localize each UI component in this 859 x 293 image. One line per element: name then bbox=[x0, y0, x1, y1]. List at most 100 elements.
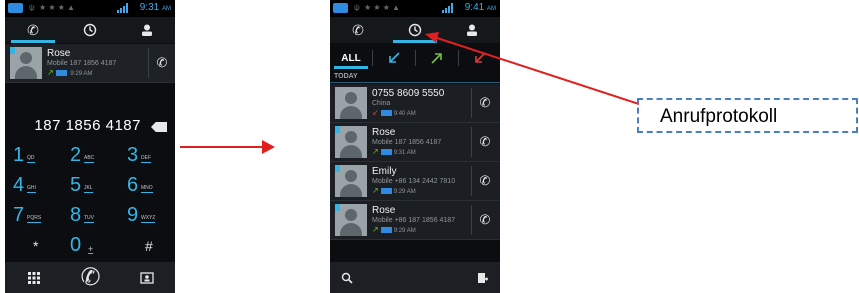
call-button[interactable]: ✆ bbox=[471, 205, 498, 235]
key-digit: 2 bbox=[70, 144, 82, 166]
key-9[interactable]: 9 WXYZ bbox=[119, 202, 175, 230]
sim-badge-icon bbox=[55, 70, 67, 77]
list-item[interactable]: Emily Mobile +86 134 2442 7810 ↗ 9:29 AM … bbox=[330, 162, 500, 201]
entry-detail: China bbox=[372, 100, 391, 107]
call-time: 9:40 AM bbox=[393, 111, 416, 117]
key-letters: + bbox=[88, 244, 94, 254]
usb-icon: ψ bbox=[354, 3, 360, 12]
dialpad-icon bbox=[27, 271, 40, 284]
key-2[interactable]: 2 ABC bbox=[62, 142, 118, 170]
missed-arrow-icon: ↙ bbox=[372, 108, 379, 117]
key-4[interactable]: 4 GHI bbox=[5, 172, 61, 200]
dialed-number: 187 1856 4187 bbox=[34, 117, 141, 134]
key-digit: 3 bbox=[127, 144, 139, 166]
key-hash[interactable]: # bbox=[119, 232, 175, 260]
entry-detail: Mobile 187 1856 4187 bbox=[372, 139, 442, 146]
contact-name: Rose bbox=[47, 48, 71, 59]
call-meta: ↗ 9:29 AM bbox=[372, 226, 416, 235]
tab-call-log[interactable] bbox=[62, 17, 118, 43]
dialpad-button[interactable] bbox=[5, 262, 62, 293]
status-time-value: 9:31 bbox=[139, 2, 160, 13]
dialer-screen: ψ ★ ★ ★ ▲ 9:31 AM ✆ Rose Mobile 187 1856… bbox=[5, 0, 175, 293]
annotation-label-box: Anrufprotokoll bbox=[637, 98, 858, 133]
call-time: 9:29 AM bbox=[393, 228, 416, 234]
recent-contact-card[interactable]: Rose Mobile 187 1856 4187 ↗ 9:29 AM ✆ bbox=[5, 44, 175, 83]
backspace-icon[interactable] bbox=[151, 122, 167, 132]
avatar bbox=[10, 47, 42, 79]
filter-incoming[interactable] bbox=[373, 47, 415, 69]
status-time: 9:41 AM bbox=[465, 2, 496, 15]
key-digit: 8 bbox=[70, 204, 82, 226]
key-3[interactable]: 3 DEF bbox=[119, 142, 175, 170]
call-time: 9:29 AM bbox=[70, 71, 93, 77]
dialer-bottom-bar: ✆ bbox=[5, 262, 175, 293]
sim-icon bbox=[10, 47, 15, 54]
call-time: 9:29 AM bbox=[393, 189, 416, 195]
avatar bbox=[335, 204, 367, 236]
key-letters: GHI bbox=[27, 185, 36, 193]
key-letters: WXYZ bbox=[141, 215, 156, 223]
status-time-value: 9:41 bbox=[464, 2, 485, 13]
list-item[interactable]: Rose Mobile 187 1856 4187 ↗ 9:31 AM ✆ bbox=[330, 123, 500, 162]
filter-all[interactable]: ALL bbox=[330, 47, 372, 69]
tab-contacts[interactable] bbox=[119, 17, 175, 43]
key-7[interactable]: 7 PQRS bbox=[5, 202, 61, 230]
call-button[interactable]: ✆ bbox=[471, 127, 498, 157]
entry-name: Emily bbox=[372, 166, 397, 177]
tab-phone[interactable]: ✆ bbox=[330, 17, 386, 43]
log-bottom-bar bbox=[330, 262, 500, 293]
key-digit: 9 bbox=[127, 204, 139, 226]
dialer-tab-bar: ✆ bbox=[5, 17, 175, 43]
key-digit: 0 bbox=[70, 234, 82, 256]
usb-icon: ψ bbox=[29, 3, 35, 12]
call-meta: ↗ 9:29 AM bbox=[372, 187, 416, 196]
key-letters: QD bbox=[27, 155, 35, 163]
key-8[interactable]: 8 TUV bbox=[62, 202, 118, 230]
entry-name: Rose bbox=[372, 127, 396, 138]
contact-number: Mobile 187 1856 4187 bbox=[47, 60, 117, 67]
key-6[interactable]: 6 MNO bbox=[119, 172, 175, 200]
search-button[interactable] bbox=[330, 262, 364, 293]
call-meta: ↗ 9:31 AM bbox=[372, 147, 416, 157]
call-button[interactable]: ✆ bbox=[471, 166, 498, 196]
filter-all-label: ALL bbox=[341, 52, 361, 64]
list-item[interactable]: Rose Mobile +86 187 1856 4187 ↗ 9:29 AM ✆ bbox=[330, 201, 500, 240]
annotation-arrow-icon bbox=[425, 32, 640, 105]
call-button[interactable]: ✆ bbox=[148, 48, 175, 78]
sim-icon bbox=[335, 165, 340, 172]
key-digit: 1 bbox=[13, 144, 25, 166]
tab-phone[interactable]: ✆ bbox=[5, 17, 61, 43]
new-entry-button[interactable] bbox=[466, 262, 500, 293]
key-star[interactable]: * bbox=[5, 232, 61, 260]
sim-icon bbox=[335, 126, 340, 133]
avatar bbox=[335, 87, 367, 119]
key-5[interactable]: 5 JKL bbox=[62, 172, 118, 200]
section-label: TODAY bbox=[334, 73, 358, 80]
key-digit: 5 bbox=[70, 174, 82, 196]
key-letters: DEF bbox=[141, 155, 151, 163]
status-bar: ψ ★ ★ ★ ▲ 9:31 AM bbox=[5, 0, 175, 17]
key-letters: JKL bbox=[84, 185, 93, 193]
contact-card-button[interactable] bbox=[119, 262, 175, 293]
key-digit: 4 bbox=[13, 174, 25, 196]
incoming-arrow-icon bbox=[389, 52, 400, 63]
annotation-label: Anrufprotokoll bbox=[660, 106, 778, 127]
key-digit: 7 bbox=[13, 204, 25, 226]
dialed-number-field[interactable]: 187 1856 4187 bbox=[5, 112, 175, 138]
clock-icon bbox=[83, 23, 97, 37]
contact-card-icon bbox=[140, 271, 154, 284]
key-digit: 6 bbox=[127, 174, 139, 196]
phone-icon: ✆ bbox=[352, 21, 364, 38]
sim-badge-icon bbox=[380, 149, 392, 156]
key-letters: MNO bbox=[141, 185, 153, 193]
call-button-main[interactable]: ✆ bbox=[62, 262, 119, 293]
phone-icon: ✆ bbox=[156, 55, 168, 70]
sim-icon bbox=[335, 204, 340, 211]
contacts-icon bbox=[142, 24, 152, 36]
notification-icon bbox=[333, 3, 348, 13]
sim-badge-icon bbox=[380, 227, 392, 234]
outgoing-arrow-icon: ↗ bbox=[372, 147, 379, 156]
key-0[interactable]: 0 + bbox=[62, 232, 118, 260]
key-1[interactable]: 1 QD bbox=[5, 142, 61, 170]
notification-stars-icon: ★ ★ ★ ▲ bbox=[39, 3, 76, 12]
